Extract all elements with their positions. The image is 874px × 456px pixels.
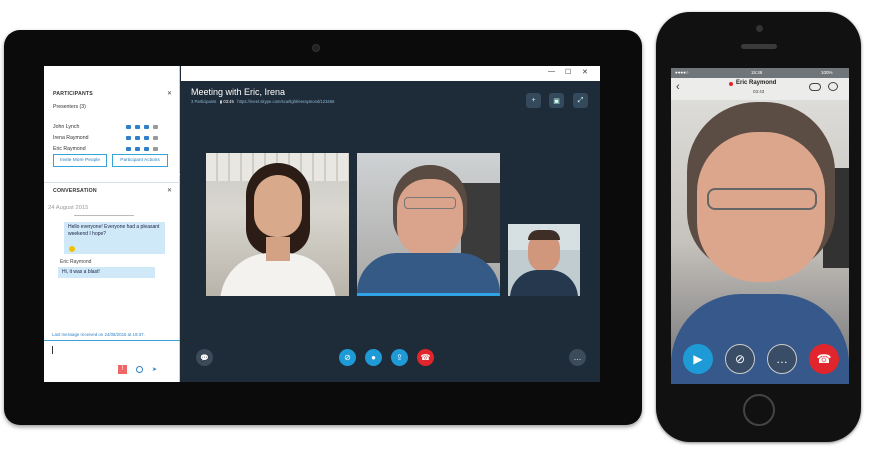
mute-microphone-icon[interactable]: ⊘ [725, 344, 755, 374]
participant-status-icons [126, 125, 158, 129]
send-icon[interactable]: ➤ [152, 366, 157, 373]
conversation-date: 24 August 2015 [48, 205, 89, 211]
close-participants-icon[interactable]: ✕ [167, 90, 172, 97]
phone-home-button[interactable] [743, 394, 775, 426]
presenters-label: Presenters (3) [53, 104, 86, 110]
call-stage: — ☐ ✕ Meeting with Eric, Irena 3 Partici… [181, 66, 600, 382]
chat-message: Hello everyone! Everyone had a pleasant … [64, 222, 165, 254]
message-input-cursor[interactable] [52, 346, 53, 354]
phone-speaker [741, 44, 777, 49]
phone-time: 15:38 [751, 70, 763, 75]
phone-call-screen: ●●●●○ 15:38 100% ‹ Eric Raymond 03:43 ▶ … [671, 68, 849, 384]
microphone-icon[interactable]: ● [365, 349, 382, 366]
priority-icon[interactable]: ! [118, 365, 127, 374]
video-camera-icon[interactable]: ▶ [683, 344, 713, 374]
chat-message: Hi, it was a blast! [58, 267, 155, 278]
chat-icon[interactable] [828, 82, 838, 91]
participant-status-icons [126, 147, 158, 151]
participant-name[interactable]: Eric Raymond [53, 146, 86, 152]
invite-more-people-button[interactable]: Invite More People [53, 154, 107, 167]
meeting-title: Meeting with Eric, Irena [191, 87, 286, 97]
tablet-camera [312, 44, 320, 52]
close-conversation-icon[interactable]: ✕ [167, 187, 172, 194]
add-person-icon[interactable]: + [526, 93, 541, 108]
hang-up-icon[interactable]: ☎ [417, 349, 434, 366]
meeting-info: 3 Participants ▮ 03:45 https://meet.skyp… [191, 99, 334, 104]
video-tile-participant[interactable] [206, 153, 349, 296]
conversation-title: CONVERSATION [53, 188, 97, 194]
caller-video [671, 68, 849, 384]
last-message-status: Last message received on 24/08/2015 at 1… [52, 332, 145, 337]
more-options-icon[interactable]: … [569, 349, 586, 366]
fullscreen-icon[interactable]: ⤢ [573, 93, 588, 108]
emoticon-icon[interactable] [136, 366, 143, 373]
message-author: Eric Raymond [60, 259, 92, 265]
participant-status-icons [126, 136, 158, 140]
phone-call-header: ‹ Eric Raymond 03:43 [671, 78, 849, 100]
hang-up-icon[interactable]: ☎ [809, 344, 839, 374]
chat-icon[interactable]: 💬 [196, 349, 213, 366]
back-icon[interactable]: ‹ [676, 81, 680, 93]
video-tile-active-speaker[interactable] [357, 153, 500, 296]
call-duration: 03:45 [223, 99, 234, 104]
caller-name: Eric Raymond [736, 80, 777, 86]
side-panel: PARTICIPANTS ✕ Presenters (3) John Lynch… [44, 66, 180, 382]
maximize-button[interactable]: ☐ [565, 68, 571, 76]
layout-icon[interactable]: ▣ [549, 93, 564, 108]
emoji-icon [69, 246, 75, 252]
close-button[interactable]: ✕ [582, 68, 588, 76]
recording-dot-icon [729, 82, 733, 86]
phone-status-bar: ●●●●○ 15:38 100% [671, 68, 849, 78]
participant-name[interactable]: John Lynch [53, 124, 79, 130]
participants-count[interactable]: 3 Participants [191, 99, 216, 104]
skype-window: PARTICIPANTS ✕ Presenters (3) John Lynch… [44, 66, 600, 382]
video-off-icon[interactable]: ⊘ [339, 349, 356, 366]
participant-name[interactable]: Irena Raymond [53, 135, 88, 141]
phone-call-duration: 03:43 [753, 89, 765, 94]
chat-message-text: Hello everyone! Everyone had a pleasant … [68, 224, 160, 237]
divider [44, 182, 180, 183]
signal-icon: ▮ [219, 99, 223, 104]
participants-icon[interactable] [809, 83, 821, 91]
divider [44, 340, 180, 341]
participants-title: PARTICIPANTS [53, 91, 93, 97]
more-options-icon[interactable]: … [767, 344, 797, 374]
participant-actions-button[interactable]: Participant Actions [112, 154, 168, 167]
video-tile-participant[interactable] [508, 224, 580, 296]
signal-icon: ●●●●○ [675, 70, 689, 75]
minimize-button[interactable]: — [548, 68, 555, 75]
divider [44, 174, 180, 175]
meeting-link[interactable]: https://meet.skype.com/scarlight/eeraymo… [237, 99, 334, 104]
battery-level: 100% [821, 70, 833, 75]
date-separator [74, 215, 134, 216]
screen-share-icon[interactable]: ⇪ [391, 349, 408, 366]
phone-camera [756, 25, 763, 32]
window-titlebar: — ☐ ✕ [181, 66, 600, 81]
